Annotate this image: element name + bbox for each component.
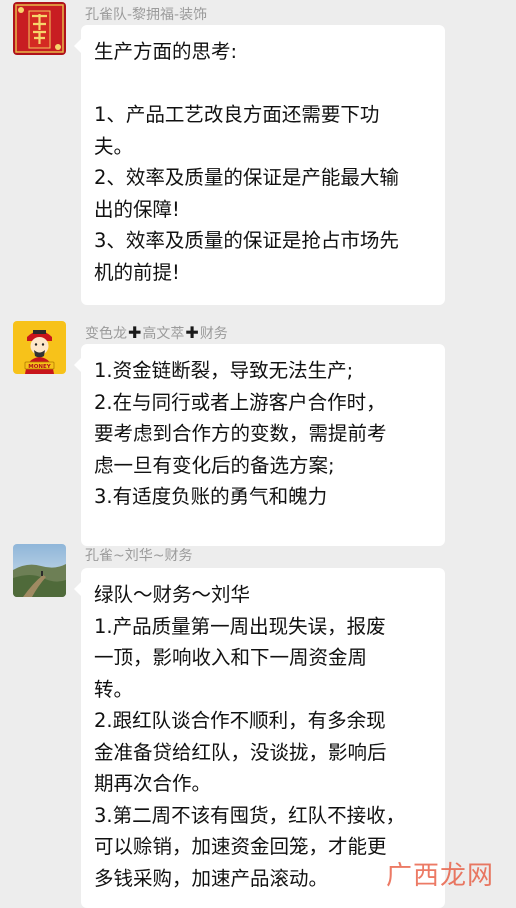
message-line: 2、效率及质量的保证是产能最大输 (94, 166, 399, 189)
message-line: 3、效率及质量的保证是抢占市场先 (94, 229, 399, 252)
red-greeting-card-avatar-icon (13, 2, 66, 55)
message-line: 夫。 (94, 134, 134, 158)
sender-role: 财务 (199, 326, 228, 342)
sender-team: 变色龙 (85, 326, 127, 342)
message-line: 1.产品质量第一周出现失误，报废 (94, 614, 386, 638)
message-bubble[interactable]: 1.资金链断裂，导致无法生产; 2.在与同行或者上游客户合作时， 要考虑到合作方… (74, 344, 445, 546)
message-line: 3.有适度负账的勇气和魄力 (94, 485, 328, 508)
message-line: 1、产品工艺改良方面还需要下功 (94, 103, 380, 126)
plus-icon: ✚ (128, 323, 142, 342)
message-line: 金准备贷给红队，没谈拢，影响后 (94, 740, 387, 764)
sender-name: 变色龙✚高文萃✚财务 (85, 323, 228, 343)
chat-history: 孔雀队-黎拥福-装饰 生产方面的思考: 1、产品工艺改良方面还需要下功 夫。 2… (0, 0, 516, 908)
message-line: 3.第二周不该有囤货，红队不接收， (94, 803, 406, 827)
message-line: 一顶，影响收入和下一周资金周 (94, 646, 368, 669)
avatar[interactable]: MONEY (13, 321, 66, 374)
avatar[interactable] (13, 2, 66, 55)
message-line: 2.在与同行或者上游客户合作时， (94, 390, 386, 414)
sender-person: 高文萃 (142, 326, 185, 342)
message-line: 生产方面的思考: (94, 40, 238, 63)
message-line: 机的前提! (94, 260, 180, 284)
message-line: 出的保障! (94, 197, 180, 221)
message-line: 转。 (94, 677, 134, 701)
site-watermark: 广西龙网 (385, 861, 494, 891)
message-line: 期再次合作。 (94, 772, 212, 795)
message-line: 虑一旦有变化后的备选方案; (94, 453, 335, 477)
message-line: 1.资金链断裂，导致无法生产; (94, 359, 354, 382)
message-bubble[interactable]: 生产方面的思考: 1、产品工艺改良方面还需要下功 夫。 2、效率及质量的保证是产… (74, 25, 445, 305)
avatar[interactable] (13, 544, 66, 597)
sender-name: 孔雀队-黎拥福-装饰 (85, 7, 208, 23)
mountain-landscape-avatar-icon (13, 544, 66, 597)
plus-icon: ✚ (185, 323, 199, 342)
message-line: 要考虑到合作方的变数，需提前考 (94, 422, 387, 445)
fortune-god-avatar-icon: MONEY (13, 321, 66, 374)
svg-text:MONEY: MONEY (28, 364, 52, 370)
message-line: 2.跟红队谈合作不顺利，有多余现 (94, 709, 386, 732)
sender-name: 孔雀~刘华~财务 (85, 548, 193, 564)
message-line: 绿队～财务～刘华 (94, 583, 251, 606)
